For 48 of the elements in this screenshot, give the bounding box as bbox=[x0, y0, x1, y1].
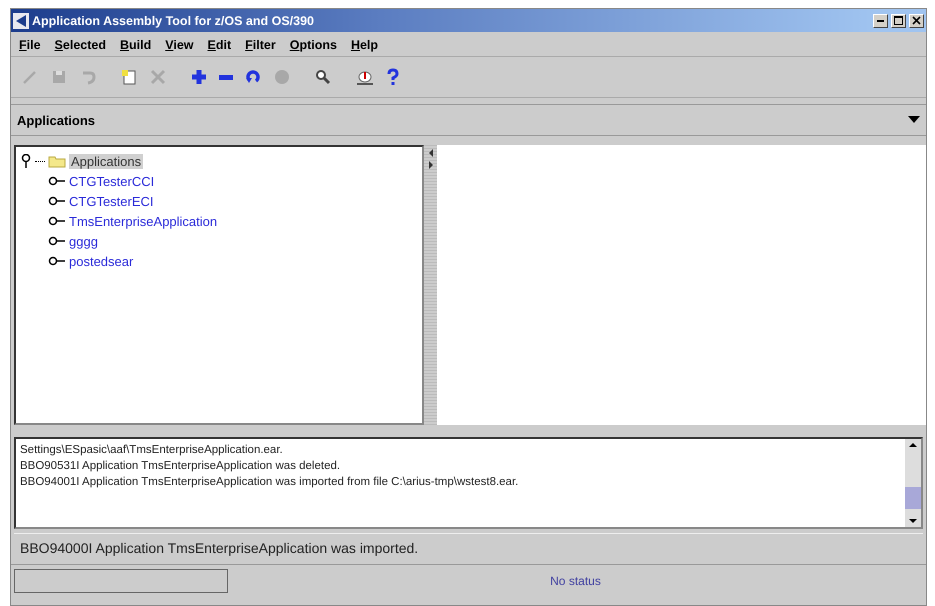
menu-item[interactable]: Selected bbox=[52, 38, 108, 52]
menu-item[interactable]: Filter bbox=[243, 38, 278, 52]
collapsed-handle-icon[interactable] bbox=[48, 196, 66, 206]
circle-icon bbox=[273, 68, 291, 86]
tree-item[interactable]: TmsEnterpriseApplication bbox=[69, 214, 218, 228]
menu-item[interactable]: Help bbox=[348, 38, 380, 52]
search-icon bbox=[314, 68, 332, 86]
collapsed-handle-icon[interactable] bbox=[48, 216, 66, 226]
collapsed-handle-icon[interactable] bbox=[48, 236, 66, 246]
app-icon bbox=[13, 12, 29, 28]
message-text: BBO94000I Application TmsEnterpriseApplication was imported. bbox=[14, 533, 923, 561]
tree-item[interactable]: CTGTesterECI bbox=[69, 194, 154, 208]
minimize-button[interactable] bbox=[873, 14, 888, 28]
maximize-button[interactable] bbox=[891, 14, 906, 28]
status-text: No status bbox=[549, 574, 602, 588]
plus-icon bbox=[190, 68, 208, 86]
view-title: Applications bbox=[17, 112, 96, 128]
menu-item[interactable]: Options bbox=[288, 38, 339, 52]
minus-icon bbox=[219, 74, 233, 80]
tree-item[interactable]: postedsear bbox=[69, 254, 134, 268]
log-line: Settings\ESpasic\aaf\TmsEnterpriseApplication.ear. bbox=[20, 443, 284, 458]
minimize-icon bbox=[877, 20, 884, 22]
menu-item[interactable]: Edit bbox=[206, 38, 234, 52]
menu-item[interactable]: File bbox=[17, 38, 43, 52]
toolbar-button[interactable] bbox=[217, 72, 235, 82]
new-document-icon bbox=[120, 68, 138, 86]
collapsed-handle-icon[interactable] bbox=[48, 256, 66, 266]
dropdown-arrow-icon bbox=[908, 116, 920, 124]
maximize-icon bbox=[894, 16, 903, 25]
delete-icon bbox=[149, 68, 167, 86]
scrollbar[interactable] bbox=[905, 439, 921, 527]
collapsed-handle-icon[interactable] bbox=[48, 176, 66, 186]
expanded-handle-icon[interactable] bbox=[20, 154, 32, 168]
close-icon bbox=[912, 16, 921, 25]
menu-item[interactable]: View bbox=[163, 38, 196, 52]
tree-item[interactable]: gggg bbox=[69, 234, 98, 248]
pencil-icon bbox=[21, 68, 39, 86]
tree-item[interactable]: Applications bbox=[69, 154, 144, 168]
window-title: Application Assembly Tool for z/OS and OS/390 bbox=[32, 14, 315, 28]
menu-item[interactable]: Build bbox=[118, 38, 154, 52]
help-icon bbox=[386, 68, 400, 86]
expand-right-icon bbox=[428, 161, 434, 169]
close-button[interactable] bbox=[909, 14, 924, 28]
log-line: BBO94001I Application TmsEnterpriseApplication was imported from file C:\arius-tmp\wstest8.ear. bbox=[20, 475, 520, 490]
collapse-left-icon bbox=[428, 149, 434, 157]
log-line: BBO90531I Application TmsEnterpriseApplication was deleted. bbox=[20, 459, 342, 474]
tree-item[interactable]: CTGTesterCCI bbox=[69, 174, 154, 188]
folder-icon bbox=[48, 154, 66, 168]
